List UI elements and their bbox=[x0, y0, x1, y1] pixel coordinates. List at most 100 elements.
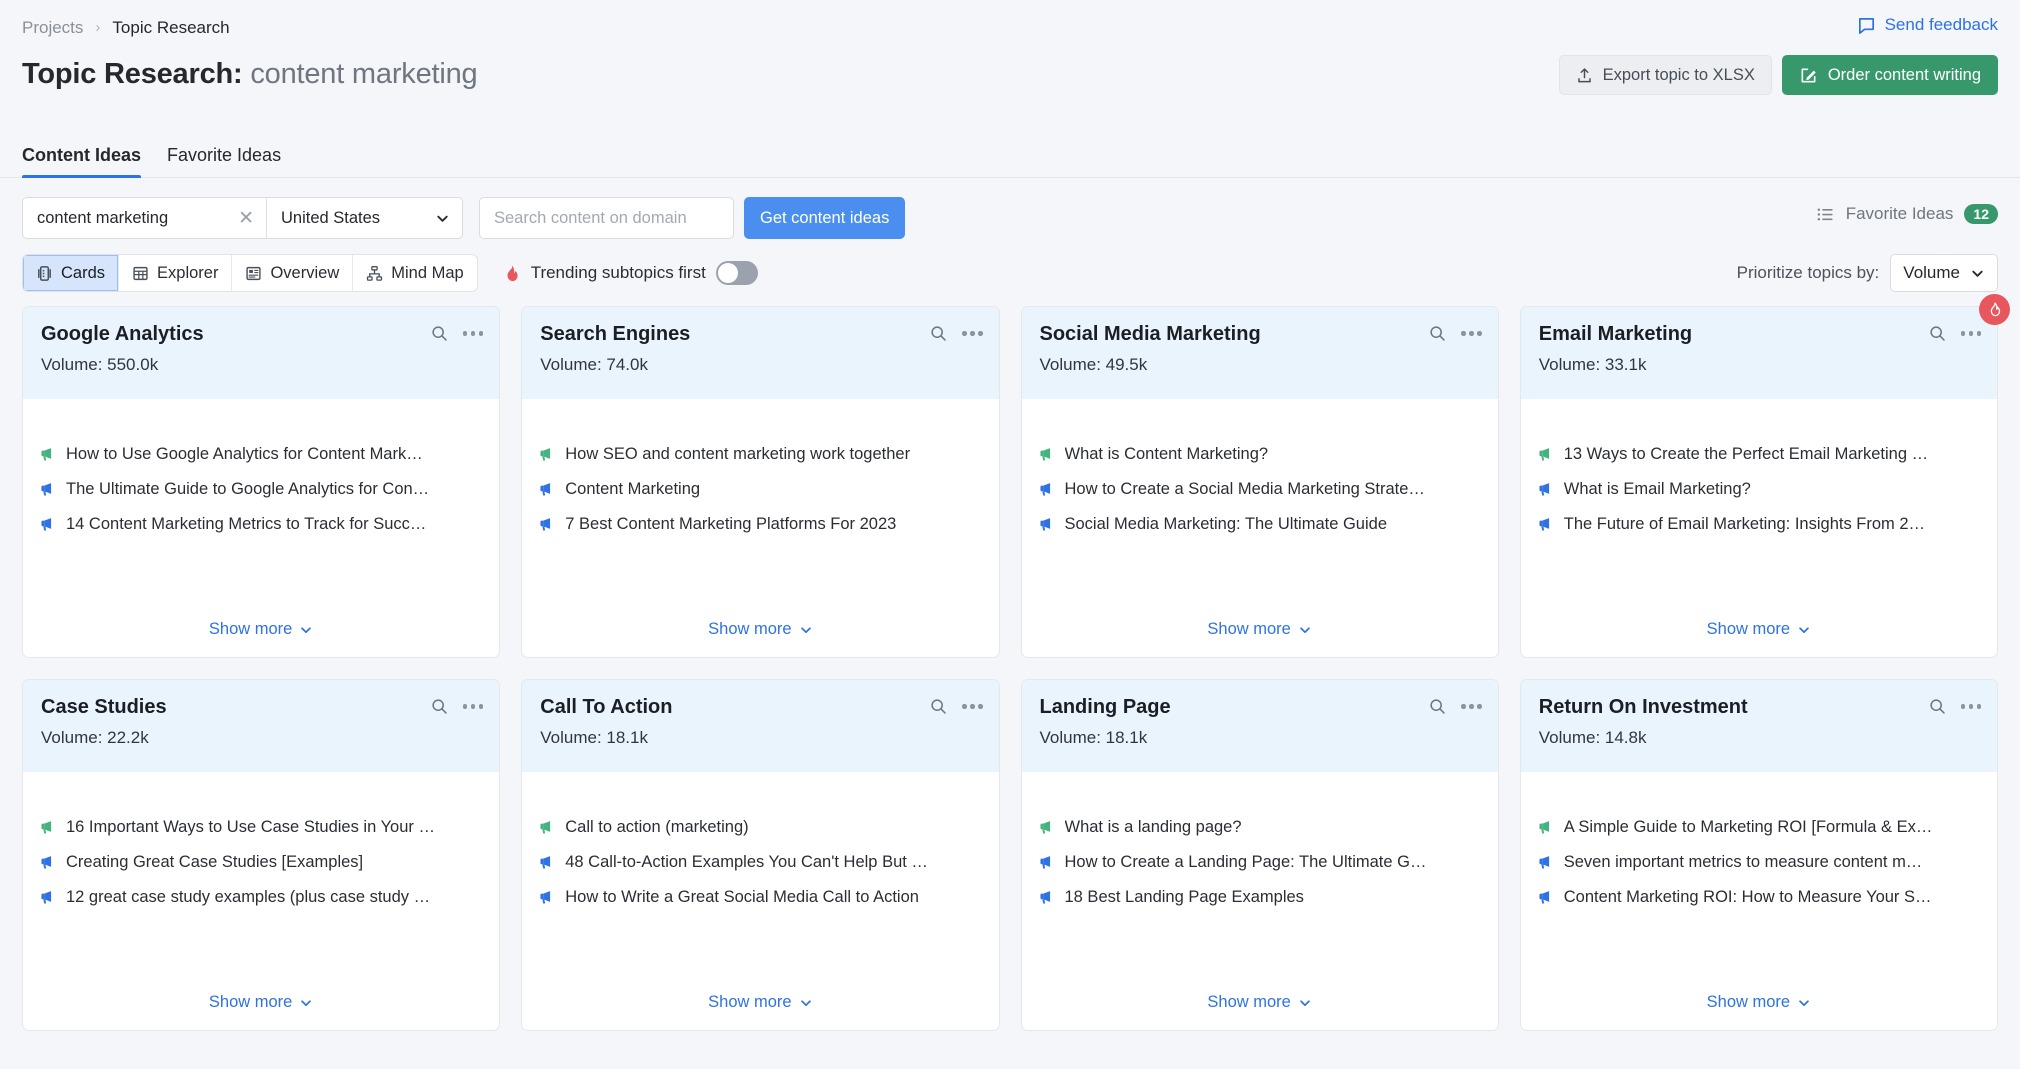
show-more-button[interactable]: Show more bbox=[708, 993, 812, 1012]
search-icon[interactable] bbox=[929, 324, 948, 343]
show-more-button[interactable]: Show more bbox=[209, 620, 313, 639]
view-mode-mind-map[interactable]: Mind Map bbox=[353, 255, 476, 291]
content-idea-item[interactable]: Content Marketing bbox=[538, 480, 982, 499]
show-more-button[interactable]: Show more bbox=[209, 993, 313, 1012]
megaphone-icon bbox=[538, 889, 555, 906]
megaphone-icon bbox=[538, 819, 555, 836]
show-more-label: Show more bbox=[1207, 993, 1290, 1012]
search-icon[interactable] bbox=[1928, 324, 1947, 343]
content-idea-item[interactable]: 13 Ways to Create the Perfect Email Mark… bbox=[1537, 445, 1981, 464]
content-idea-item[interactable]: Call to action (marketing) bbox=[538, 818, 982, 837]
show-more-button[interactable]: Show more bbox=[1707, 993, 1811, 1012]
show-more-label: Show more bbox=[1207, 620, 1290, 639]
topic-card-header: Call To ActionVolume: 18.1k bbox=[522, 680, 998, 772]
topic-card-header: Search EnginesVolume: 74.0k bbox=[522, 307, 998, 399]
tab-favorite-ideas[interactable]: Favorite Ideas bbox=[167, 145, 281, 177]
header-actions: Export topic to XLSX Order content writi… bbox=[1559, 55, 1998, 95]
topic-card-tools bbox=[1428, 697, 1482, 716]
topic-card[interactable]: Landing PageVolume: 18.1k What is a landi… bbox=[1021, 679, 1499, 1031]
content-idea-item[interactable]: Social Media Marketing: The Ultimate Gui… bbox=[1038, 515, 1482, 534]
domain-search-input[interactable]: Search content on domain bbox=[479, 197, 734, 239]
topic-card[interactable]: Call To ActionVolume: 18.1k Call to actio… bbox=[521, 679, 999, 1031]
trending-switch[interactable] bbox=[716, 261, 758, 285]
topic-card[interactable]: Email MarketingVolume: 33.1k13 Ways to C… bbox=[1520, 306, 1998, 658]
content-idea-item[interactable]: The Ultimate Guide to Google Analytics f… bbox=[39, 480, 483, 499]
view-mode-cards[interactable]: Cards bbox=[23, 255, 119, 291]
search-icon[interactable] bbox=[1928, 697, 1947, 716]
export-xlsx-button[interactable]: Export topic to XLSX bbox=[1559, 55, 1772, 95]
trending-subtopics-toggle[interactable]: Trending subtopics first bbox=[502, 261, 758, 285]
content-idea-item[interactable]: What is Email Marketing? bbox=[1537, 480, 1981, 499]
show-more-button[interactable]: Show more bbox=[1207, 620, 1311, 639]
show-more-label: Show more bbox=[1707, 993, 1790, 1012]
more-options-icon[interactable] bbox=[1961, 331, 1982, 336]
topic-card[interactable]: Case StudiesVolume: 22.2k16 Important Wa… bbox=[22, 679, 500, 1031]
topic-card[interactable]: Social Media MarketingVolume: 49.5kWhat … bbox=[1021, 306, 1499, 658]
content-idea-item[interactable]: Seven important metrics to measure conte… bbox=[1537, 853, 1981, 872]
content-idea-item[interactable]: Content Marketing ROI: How to Measure Yo… bbox=[1537, 888, 1981, 907]
show-more-label: Show more bbox=[209, 620, 292, 639]
more-options-icon[interactable] bbox=[962, 704, 983, 709]
more-options-icon[interactable] bbox=[1961, 704, 1982, 709]
more-options-icon[interactable] bbox=[962, 331, 983, 336]
search-icon[interactable] bbox=[430, 324, 449, 343]
favorite-ideas-button[interactable]: Favorite Ideas 12 bbox=[1816, 204, 1998, 224]
content-idea-label: 14 Content Marketing Metrics to Track fo… bbox=[66, 515, 426, 534]
keyword-input[interactable]: content marketing ✕ bbox=[22, 197, 267, 239]
view-mode-explorer[interactable]: Explorer bbox=[119, 255, 232, 291]
search-icon[interactable] bbox=[430, 697, 449, 716]
filter-bar: content marketing ✕ United States Search… bbox=[0, 178, 2020, 240]
content-idea-item[interactable]: A Simple Guide to Marketing ROI [Formula… bbox=[1537, 818, 1981, 837]
content-idea-item[interactable]: How SEO and content marketing work toget… bbox=[538, 445, 982, 464]
country-select[interactable]: United States bbox=[267, 197, 463, 239]
breadcrumb-projects[interactable]: Projects bbox=[22, 18, 83, 38]
content-idea-item[interactable]: 16 Important Ways to Use Case Studies in… bbox=[39, 818, 483, 837]
content-idea-item[interactable]: 48 Call-to-Action Examples You Can't Hel… bbox=[538, 853, 982, 872]
content-idea-item[interactable]: Creating Great Case Studies [Examples] bbox=[39, 853, 483, 872]
table-icon bbox=[132, 265, 149, 282]
content-idea-item[interactable]: 7 Best Content Marketing Platforms For 2… bbox=[538, 515, 982, 534]
topic-card-body: 13 Ways to Create the Perfect Email Mark… bbox=[1521, 399, 1997, 620]
show-more-button[interactable]: Show more bbox=[1207, 993, 1311, 1012]
topic-card-header: Landing PageVolume: 18.1k bbox=[1022, 680, 1498, 772]
more-options-icon[interactable] bbox=[1461, 331, 1482, 336]
content-idea-label: Creating Great Case Studies [Examples] bbox=[66, 853, 363, 872]
domain-placeholder: Search content on domain bbox=[494, 209, 687, 228]
more-options-icon[interactable] bbox=[1461, 704, 1482, 709]
tab-content-ideas[interactable]: Content Ideas bbox=[22, 145, 141, 177]
content-idea-item[interactable]: The Future of Email Marketing: Insights … bbox=[1537, 515, 1981, 534]
send-feedback-link[interactable]: Send feedback bbox=[1857, 15, 1998, 35]
topic-card-tools bbox=[1428, 324, 1482, 343]
search-icon[interactable] bbox=[929, 697, 948, 716]
topic-card-title: Return On Investment bbox=[1539, 696, 1979, 719]
content-idea-item[interactable]: 18 Best Landing Page Examples bbox=[1038, 888, 1482, 907]
get-content-ideas-button[interactable]: Get content ideas bbox=[744, 197, 905, 239]
megaphone-icon bbox=[1038, 481, 1055, 498]
content-idea-item[interactable]: How to Create a Social Media Marketing S… bbox=[1038, 480, 1482, 499]
close-icon[interactable]: ✕ bbox=[238, 209, 254, 228]
content-idea-item[interactable]: What is a landing page? bbox=[1038, 818, 1482, 837]
megaphone-icon bbox=[1038, 516, 1055, 533]
show-more-button[interactable]: Show more bbox=[708, 620, 812, 639]
edit-square-icon bbox=[1799, 66, 1818, 85]
content-idea-item[interactable]: How to Use Google Analytics for Content … bbox=[39, 445, 483, 464]
show-more-button[interactable]: Show more bbox=[1707, 620, 1811, 639]
topic-card-title: Case Studies bbox=[41, 696, 481, 719]
prioritize-select[interactable]: Volume bbox=[1890, 254, 1998, 292]
topic-card[interactable]: Search EnginesVolume: 74.0k How SEO and c… bbox=[521, 306, 999, 658]
content-idea-item[interactable]: 12 great case study examples (plus case … bbox=[39, 888, 483, 907]
topic-card-footer: Show more bbox=[23, 620, 499, 657]
content-idea-item[interactable]: How to Write a Great Social Media Call t… bbox=[538, 888, 982, 907]
search-icon[interactable] bbox=[1428, 697, 1447, 716]
search-icon[interactable] bbox=[1428, 324, 1447, 343]
more-options-icon[interactable] bbox=[463, 704, 484, 709]
order-content-writing-button[interactable]: Order content writing bbox=[1782, 55, 1998, 95]
view-mode-overview[interactable]: Overview bbox=[232, 255, 353, 291]
megaphone-icon bbox=[1038, 819, 1055, 836]
topic-card[interactable]: Google AnalyticsVolume: 550.0kHow to Use… bbox=[22, 306, 500, 658]
content-idea-item[interactable]: What is Content Marketing? bbox=[1038, 445, 1482, 464]
topic-card[interactable]: Return On InvestmentVolume: 14.8kA Simpl… bbox=[1520, 679, 1998, 1031]
content-idea-item[interactable]: 14 Content Marketing Metrics to Track fo… bbox=[39, 515, 483, 534]
more-options-icon[interactable] bbox=[463, 331, 484, 336]
content-idea-item[interactable]: How to Create a Landing Page: The Ultima… bbox=[1038, 853, 1482, 872]
